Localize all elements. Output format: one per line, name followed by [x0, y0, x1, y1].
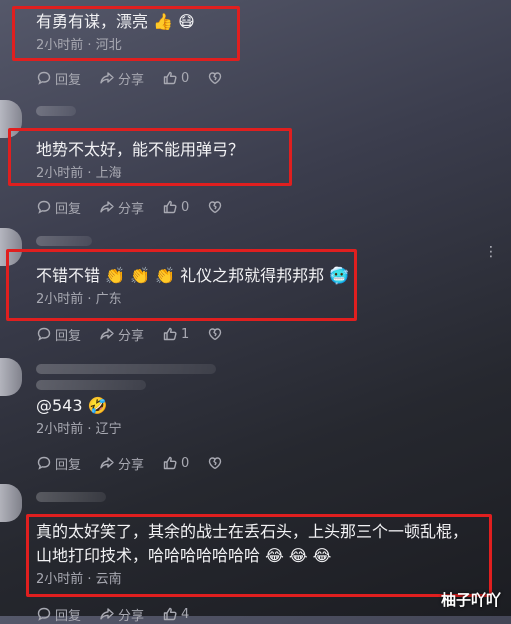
like-count: 0 — [181, 455, 190, 471]
like-button[interactable]: 4 — [162, 606, 189, 622]
avatar[interactable] — [0, 358, 22, 396]
reply-button[interactable]: 回复 — [36, 605, 81, 624]
like-button[interactable]: 1 — [162, 326, 189, 342]
username-blurred — [36, 492, 106, 502]
share-label: 分享 — [118, 457, 145, 473]
share-label: 分享 — [118, 328, 145, 344]
dislike-button[interactable] — [207, 326, 223, 342]
share-button[interactable]: 分享 — [99, 454, 144, 473]
reply-button[interactable]: 回复 — [36, 325, 81, 344]
like-count: 4 — [181, 606, 190, 622]
more-options-icon[interactable]: ⋮ — [484, 244, 499, 260]
avatar[interactable] — [0, 484, 22, 522]
share-arrow-icon — [100, 457, 114, 469]
share-button[interactable]: 分享 — [99, 605, 144, 624]
share-button[interactable]: 分享 — [99, 198, 144, 217]
comment-actions: 回复 分享 0 — [36, 453, 223, 473]
share-label: 分享 — [118, 72, 145, 88]
comment-actions: 回复 分享 0 — [36, 197, 223, 217]
highlight-box — [6, 249, 357, 321]
comment-meta: 2小时前 · 辽宁 — [36, 422, 122, 437]
username-blurred — [36, 106, 76, 116]
comment-bubble-icon — [37, 607, 51, 621]
comment-bubble-icon — [37, 456, 51, 470]
like-button[interactable]: 0 — [162, 70, 189, 86]
like-count: 0 — [181, 70, 190, 86]
reply-label: 回复 — [55, 328, 82, 344]
thumbs-up-icon — [163, 456, 177, 470]
comment-bubble-icon — [37, 71, 51, 85]
username-blurred — [36, 236, 92, 246]
comment-4: @543 🤣 2小时前 · 辽宁 — [36, 394, 511, 439]
share-arrow-icon — [100, 328, 114, 340]
share-arrow-icon — [100, 72, 114, 84]
comment-actions: 回复 分享 1 — [36, 324, 223, 344]
thumbs-up-icon — [163, 607, 177, 621]
reply-button[interactable]: 回复 — [36, 198, 81, 217]
highlight-box — [26, 514, 492, 597]
share-button[interactable]: 分享 — [99, 325, 144, 344]
reply-button[interactable]: 回复 — [36, 454, 81, 473]
thumbs-up-icon — [163, 71, 177, 85]
reply-label: 回复 — [55, 608, 82, 624]
thumbs-up-icon — [163, 200, 177, 214]
highlight-box — [8, 128, 292, 186]
share-arrow-icon — [100, 608, 114, 620]
dislike-button[interactable] — [207, 70, 223, 86]
comment-bubble-icon — [37, 327, 51, 341]
highlight-box — [12, 6, 240, 61]
share-arrow-icon — [100, 201, 114, 213]
comment-text: @543 🤣 — [36, 396, 108, 415]
dislike-button[interactable] — [207, 199, 223, 215]
broken-heart-icon — [209, 201, 222, 214]
like-count: 1 — [181, 326, 190, 342]
like-button[interactable]: 0 — [162, 455, 189, 471]
reply-button[interactable]: 回复 — [36, 69, 81, 88]
watermark: 柚子吖吖 — [440, 591, 501, 609]
dislike-button[interactable] — [207, 455, 223, 471]
broken-heart-icon — [209, 328, 222, 341]
comment-bubble-icon — [37, 200, 51, 214]
share-button[interactable]: 分享 — [99, 69, 144, 88]
broken-heart-icon — [209, 72, 222, 85]
comment-actions: 回复 分享 4 — [36, 604, 207, 624]
like-count: 0 — [181, 199, 190, 215]
broken-heart-icon — [209, 457, 222, 470]
like-button[interactable]: 0 — [162, 199, 189, 215]
reply-label: 回复 — [55, 457, 82, 473]
share-label: 分享 — [118, 608, 145, 624]
thumbs-up-icon — [163, 327, 177, 341]
comment-actions: 回复 分享 0 — [36, 68, 223, 88]
username-blurred — [36, 380, 146, 390]
reply-label: 回复 — [55, 72, 82, 88]
username-blurred — [36, 364, 216, 374]
reply-label: 回复 — [55, 201, 82, 217]
share-label: 分享 — [118, 201, 145, 217]
